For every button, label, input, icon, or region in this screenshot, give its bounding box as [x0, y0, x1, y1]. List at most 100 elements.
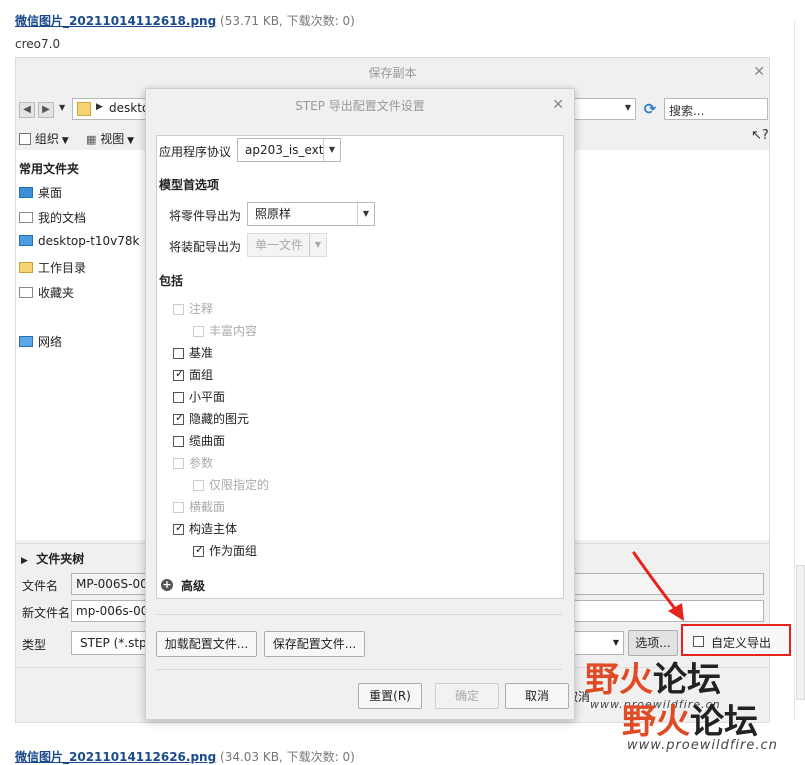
model-preferences-header: 模型首选项 — [159, 178, 220, 192]
desktop-icon — [19, 187, 33, 198]
advanced-expand-icon[interactable]: + — [161, 579, 173, 591]
step-cancel-button[interactable]: 取消 — [505, 683, 569, 709]
checkbox-datums[interactable] — [173, 348, 184, 359]
checkbox-hidden-entities[interactable]: ✓ — [173, 411, 185, 425]
network-icon — [19, 336, 33, 347]
type-label: 类型 — [22, 638, 47, 652]
checkbox-cross-sections — [173, 502, 184, 513]
custom-export-label: 自定义导出 — [711, 636, 772, 650]
step-separator-bottom — [156, 669, 562, 670]
organize-menu[interactable]: 组织 ▼ — [19, 130, 69, 147]
new-filename-label: 新文件名 — [22, 606, 71, 620]
favorites-icon — [19, 287, 33, 298]
organize-icon — [19, 133, 31, 145]
attachment-link-top[interactable]: 微信图片_20211014112618.png — [15, 14, 216, 28]
checkbox-designated-only — [193, 480, 204, 491]
checkmark-icon: ✓ — [195, 543, 205, 556]
views-menu[interactable]: ▦ 视图 ▼ — [86, 130, 134, 147]
label-facets: 小平面 — [189, 390, 226, 404]
new-filename-value: mp-006s-00 — [76, 604, 149, 618]
part-export-dropdown-icon: ▼ — [357, 203, 374, 225]
search-box[interactable]: 搜索... — [664, 98, 768, 120]
step-dialog-close-icon[interactable]: ✕ — [552, 97, 564, 113]
folder-icon — [77, 102, 91, 116]
nav-item-desktop[interactable]: 桌面 — [19, 184, 62, 201]
label-datums: 基准 — [189, 346, 214, 360]
nav-item-label: 收藏夹 — [38, 286, 75, 300]
label-cross-sections: 横截面 — [189, 500, 226, 514]
folder-tree-label: 文件夹树 — [36, 552, 85, 566]
watermark-url-2: www.proewildfire.cn — [627, 738, 778, 753]
forward-arrow-icon[interactable]: ▶ — [38, 102, 54, 118]
address-bar-tail[interactable]: ▼ — [574, 98, 636, 120]
label-as-quilts: 作为面组 — [209, 544, 258, 558]
nav-item-my-documents[interactable]: 我的文档 — [19, 209, 86, 226]
step-export-config-dialog: STEP 导出配置文件设置 ✕ 应用程序协议 ap203_is_ext ▼ 模型… — [145, 88, 575, 720]
asm-export-dropdown-icon: ▼ — [309, 234, 326, 256]
step-separator-top — [156, 614, 562, 615]
label-parameters: 参数 — [189, 456, 214, 470]
history-dropdown-icon[interactable]: ▼ — [59, 103, 65, 112]
label-designated-only: 仅限指定的 — [209, 478, 270, 492]
attachment-meta-top: (53.71 KB, 下载次数: 0) — [220, 14, 355, 28]
custom-export-checkbox[interactable] — [693, 636, 704, 647]
type-dropdown-icon: ▼ — [612, 638, 619, 647]
refresh-icon[interactable]: ⟳ — [640, 98, 660, 120]
folder-tree-toggle[interactable]: ▶ 文件夹树 — [21, 550, 84, 567]
nav-item-network[interactable]: 网络 — [19, 333, 62, 350]
nav-item-working-dir[interactable]: 工作目录 — [19, 259, 86, 276]
label-annotations: 注释 — [189, 302, 214, 316]
post-caption: creo7.0 — [15, 37, 61, 51]
checkbox-parameters — [173, 458, 184, 469]
label-hidden-entities: 隐藏的图元 — [189, 412, 250, 426]
attachment-line-bottom: 微信图片_20211014112626.png (34.03 KB, 下载次数:… — [15, 748, 355, 765]
checkbox-cabling-surfaces[interactable] — [173, 436, 184, 447]
breadcrumb-arrow-icon: ▶ — [96, 102, 103, 112]
checkmark-icon: ✓ — [175, 411, 185, 424]
back-arrow-icon[interactable]: ◀ — [19, 102, 35, 118]
address-dropdown-icon[interactable]: ▼ — [625, 103, 631, 112]
nav-item-computer[interactable]: desktop-t10v78k — [19, 234, 140, 248]
filename-label: 文件名 — [22, 579, 59, 593]
step-dialog-title: STEP 导出配置文件设置 — [295, 99, 425, 113]
protocol-label: 应用程序协议 — [159, 145, 232, 159]
views-grid-icon: ▦ — [86, 133, 97, 146]
checkbox-quilts[interactable]: ✓ — [173, 367, 185, 381]
help-pointer-icon[interactable]: ↖? — [751, 128, 769, 143]
include-header: 包括 — [159, 274, 184, 288]
label-construction-bodies: 构造主体 — [189, 522, 238, 536]
expand-arrow-icon: ▶ — [21, 556, 28, 566]
nav-item-label: 网络 — [38, 335, 63, 349]
annotation-arrow — [632, 551, 684, 621]
advanced-label[interactable]: 高级 — [181, 577, 205, 594]
address-text: deskto — [109, 101, 150, 115]
nav-item-label: 我的文档 — [38, 211, 87, 225]
protocol-select[interactable]: ap203_is_ext ▼ — [237, 138, 341, 162]
part-export-select[interactable]: 照原样 ▼ — [247, 202, 375, 226]
attachment-link-bottom[interactable]: 微信图片_20211014112626.png — [15, 750, 216, 764]
label-quilts: 面组 — [189, 368, 214, 382]
nav-item-label: desktop-t10v78k — [38, 234, 140, 248]
attachment-line-top: 微信图片_20211014112618.png (53.71 KB, 下载次数:… — [15, 12, 355, 29]
label-rich-content: 丰富内容 — [209, 324, 258, 338]
search-placeholder: 搜索... — [669, 104, 705, 118]
save-dialog-close-icon[interactable]: ✕ — [753, 64, 765, 80]
asm-export-select: 单一文件 ▼ — [247, 233, 327, 257]
ok-button: 确定 — [435, 683, 499, 709]
checkbox-construction-bodies[interactable]: ✓ — [173, 521, 185, 535]
watermark-logo-2: 野火论坛 — [622, 702, 758, 742]
checkbox-annotations — [173, 304, 184, 315]
checkbox-as-quilts[interactable]: ✓ — [193, 543, 205, 557]
checkmark-icon: ✓ — [175, 367, 185, 380]
checkbox-facets[interactable] — [173, 392, 184, 403]
checkmark-icon: ✓ — [175, 521, 185, 534]
reset-button[interactable]: 重置(R) — [358, 683, 422, 709]
save-config-button[interactable]: 保存配置文件... — [264, 631, 365, 657]
nav-item-favorites[interactable]: 收藏夹 — [19, 284, 74, 301]
load-config-button[interactable]: 加载配置文件... — [156, 631, 257, 657]
organize-label: 组织 — [34, 132, 59, 146]
page-scrollbar-thumb[interactable] — [796, 565, 805, 700]
checkbox-rich-content — [193, 326, 204, 337]
nav-item-label: 桌面 — [38, 186, 63, 200]
step-options-panel: 应用程序协议 ap203_is_ext ▼ 模型首选项 将零件导出为 照原样 ▼… — [156, 135, 564, 599]
